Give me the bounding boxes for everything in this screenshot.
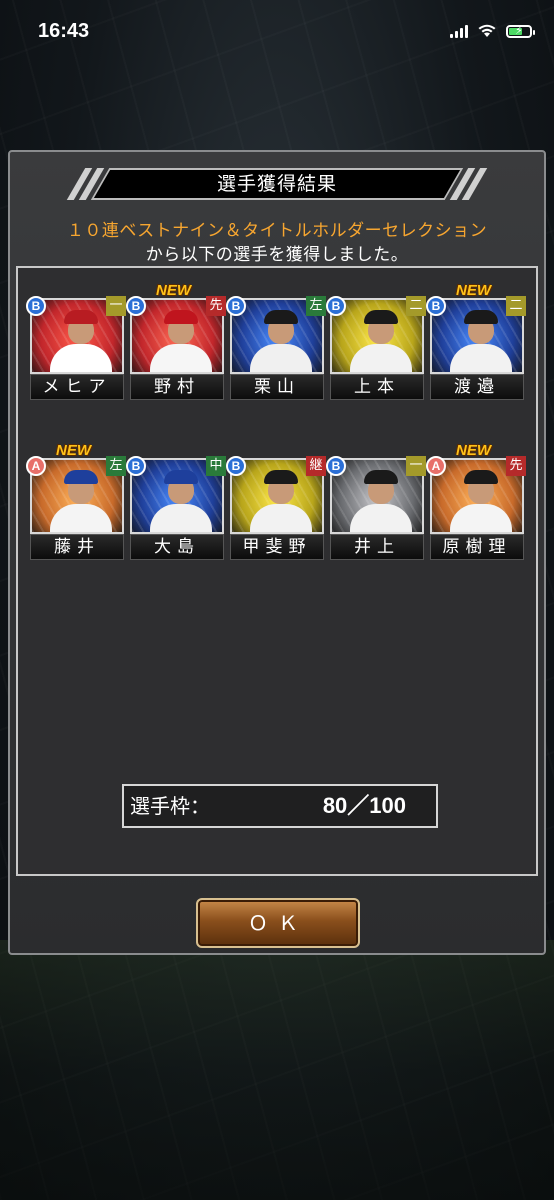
cellular-signal-icon	[450, 24, 468, 38]
player-card[interactable]: 井上 B 一	[326, 456, 426, 560]
player-card[interactable]: 大島 B 中	[126, 456, 226, 560]
player-name: 甲斐野	[230, 534, 324, 560]
player-card[interactable]: 上本 B 二	[326, 296, 426, 400]
player-capacity-box: 選手枠： 80／100	[122, 784, 438, 828]
ok-button[interactable]: ＯＫ	[196, 898, 360, 948]
new-tag: NEW	[156, 282, 191, 299]
new-tag: NEW	[56, 442, 91, 459]
player-name: 原樹理	[430, 534, 524, 560]
player-name: 藤井	[30, 534, 124, 560]
player-name: 大島	[130, 534, 224, 560]
dialog-title: 選手獲得結果	[216, 173, 337, 195]
position-badge: 一	[406, 456, 426, 476]
status-bar: 16:43 ⚡	[0, 0, 554, 70]
rank-badge: B	[126, 296, 146, 316]
rank-badge: B	[326, 296, 346, 316]
field-background	[0, 940, 554, 1200]
position-badge: 先	[506, 456, 526, 476]
new-tag: NEW	[456, 282, 491, 299]
dialog-title-bar: 選手獲得結果	[66, 168, 488, 200]
position-badge: 左	[306, 296, 326, 316]
player-card[interactable]: 野村 B 先 NEW	[126, 282, 226, 400]
position-badge: 左	[106, 456, 126, 476]
status-time: 16:43	[38, 20, 90, 42]
status-icons: ⚡	[450, 24, 535, 38]
player-name: 渡邉	[430, 374, 524, 400]
player-card[interactable]: メヒア B 一	[26, 296, 126, 400]
player-card[interactable]: 藤井 A 左 NEW	[26, 442, 126, 560]
capacity-label: 選手枠：	[130, 794, 210, 818]
player-name: メヒア	[30, 374, 124, 400]
rank-badge: B	[26, 296, 46, 316]
position-badge: 二	[506, 296, 526, 316]
position-badge: 二	[406, 296, 426, 316]
position-badge: 一	[106, 296, 126, 316]
result-message: から以下の選手を獲得しました。	[145, 245, 409, 265]
player-name: 上本	[330, 374, 424, 400]
rank-badge: B	[426, 296, 446, 316]
player-name: 井上	[330, 534, 424, 560]
gacha-name: １０連ベストナイン＆タイトルホルダーセレクション	[66, 221, 488, 241]
rank-badge: B	[326, 456, 346, 476]
position-badge: 先	[206, 296, 226, 316]
player-name: 野村	[130, 374, 224, 400]
result-dialog: 選手獲得結果 １０連ベストナイン＆タイトルホルダーセレクション から以下の選手を…	[8, 150, 546, 955]
position-badge: 継	[306, 456, 326, 476]
player-name: 栗山	[230, 374, 324, 400]
wifi-icon	[478, 24, 496, 37]
player-card[interactable]: 栗山 B 左	[226, 296, 326, 400]
rank-badge: A	[426, 456, 446, 476]
player-card[interactable]: 甲斐野 B 継	[226, 456, 326, 560]
player-card[interactable]: 渡邉 B 二 NEW	[426, 282, 526, 400]
battery-charging-icon: ⚡	[506, 24, 535, 38]
rank-badge: B	[226, 456, 246, 476]
rank-badge: B	[226, 296, 246, 316]
player-list-panel: メヒア B 一野村 B 先 NEW 栗山 B 左上本 B 二渡邉 B 二 NEW 藤井 A 左 NEW 大島 B 中甲斐…	[16, 266, 538, 876]
position-badge: 中	[206, 456, 226, 476]
new-tag: NEW	[456, 442, 491, 459]
player-card[interactable]: 原樹理 A 先 NEW	[426, 442, 526, 560]
rank-badge: B	[126, 456, 146, 476]
rank-badge: A	[26, 456, 46, 476]
capacity-value: 80／100	[322, 793, 406, 818]
